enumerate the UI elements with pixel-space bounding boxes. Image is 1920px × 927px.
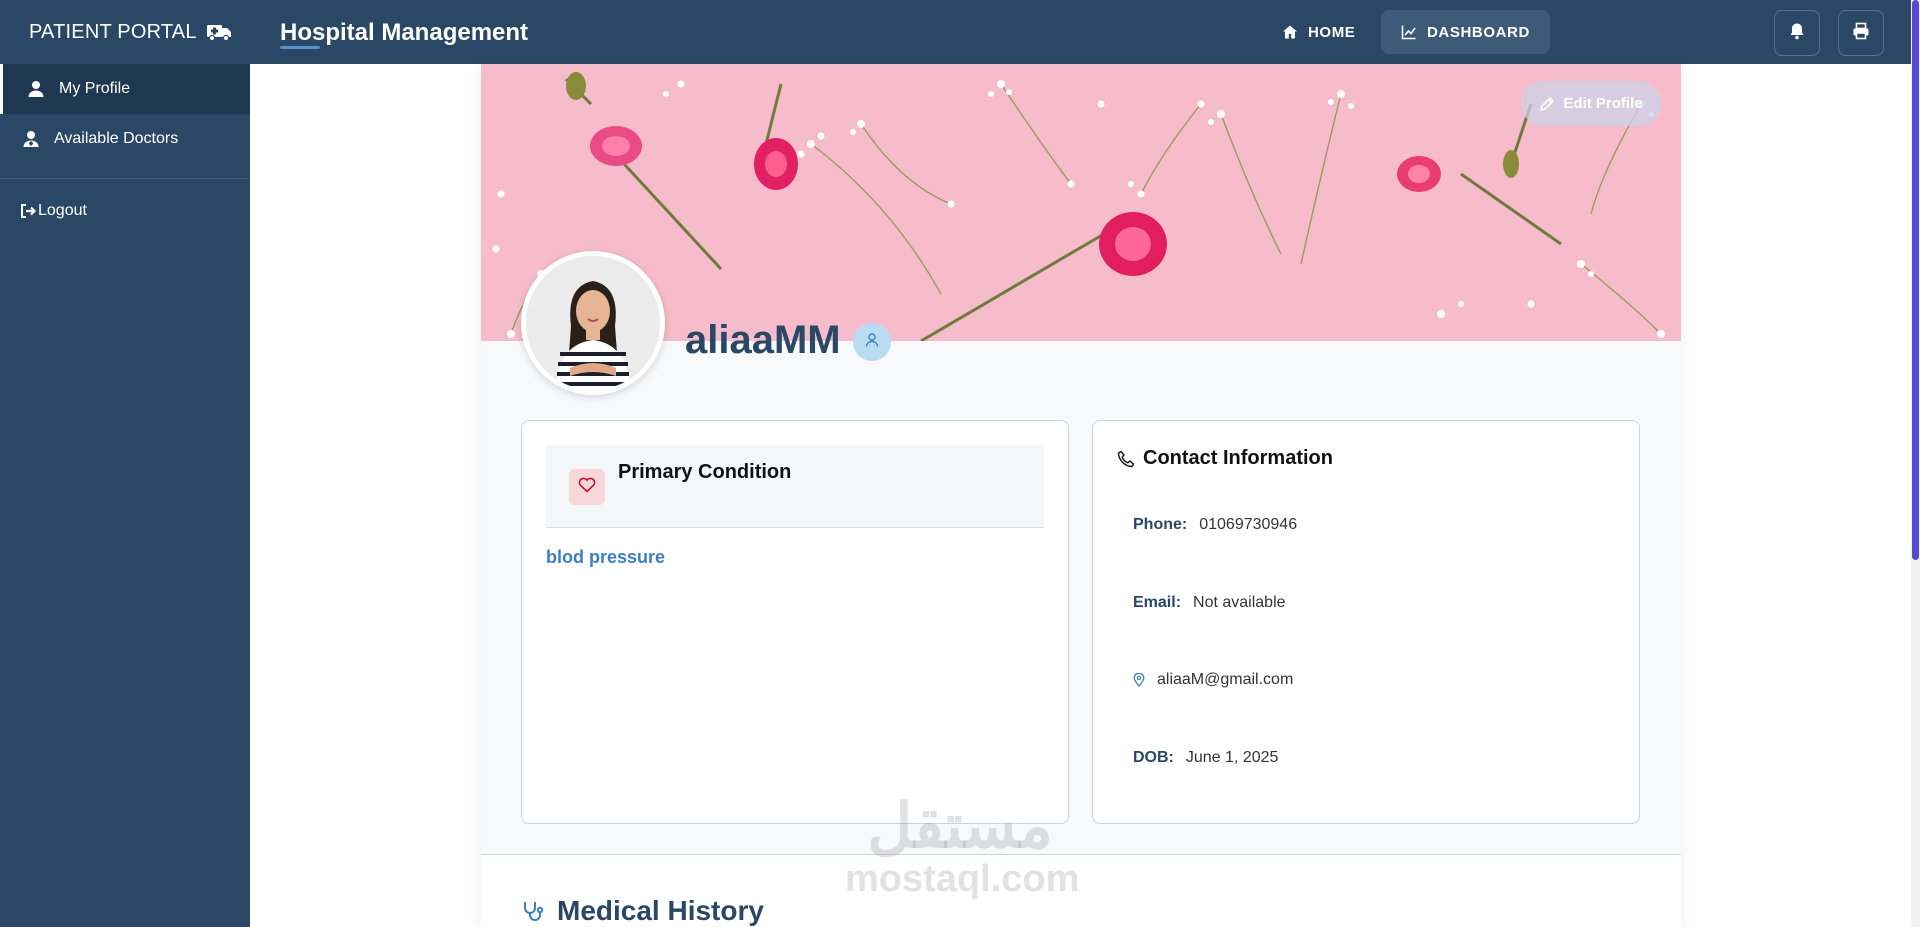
dob-label: DOB:: [1133, 749, 1174, 766]
email-label: Email:: [1133, 594, 1182, 611]
print-button[interactable]: [1838, 10, 1884, 56]
phone-icon: [1117, 450, 1135, 468]
heart-icon-box: [569, 469, 605, 505]
primary-condition-header: Primary Condition: [546, 445, 1044, 528]
sidebar-item-my-profile[interactable]: My Profile: [0, 64, 250, 114]
contact-email-row: Email: Not available: [1133, 594, 1286, 612]
ambulance-icon: [206, 22, 232, 42]
primary-condition-value: blod pressure: [546, 547, 666, 567]
main-content: Edit Profile aliaaMM Primary Condition b…: [250, 64, 1911, 927]
nav-home-label: HOME: [1308, 23, 1356, 41]
profile-username: aliaaMM: [685, 318, 841, 362]
contact-information-panel: Contact Information Phone: 01069730946 E…: [1092, 420, 1640, 824]
bell-icon: [1789, 22, 1805, 45]
top-navbar: Hospital Management HOME DASHBOARD: [250, 0, 1911, 64]
brand: PATIENT PORTAL: [0, 0, 250, 64]
nav-home[interactable]: HOME: [1262, 10, 1375, 54]
edit-profile-label: Edit Profile: [1563, 95, 1643, 112]
contact-dob-row: DOB: June 1, 2025: [1133, 749, 1278, 767]
logout-link[interactable]: Logout: [0, 193, 250, 229]
nav-dashboard[interactable]: DASHBOARD: [1381, 10, 1550, 54]
user-outline-icon: [864, 332, 880, 353]
contact-information-header: Contact Information: [1117, 447, 1333, 470]
page-title: Hospital Management: [280, 19, 529, 46]
edit-profile-button[interactable]: Edit Profile: [1521, 81, 1661, 126]
medical-history-title: Medical History: [557, 895, 764, 926]
printer-icon: [1852, 22, 1870, 45]
sidebar-item-label: My Profile: [59, 80, 131, 97]
doctor-icon: [22, 130, 40, 148]
home-icon: [1282, 24, 1298, 40]
dob-value: June 1, 2025: [1185, 749, 1279, 766]
contact-address-row: aliaaM@gmail.com: [1133, 671, 1293, 689]
sidebar-item-label: Available Doctors: [54, 130, 179, 147]
contact-phone-row: Phone: 01069730946: [1133, 516, 1297, 534]
patient-role-badge: [853, 323, 891, 361]
user-icon: [27, 80, 45, 98]
email-value: Not available: [1193, 594, 1286, 611]
medical-history-header: Medical History: [521, 895, 764, 927]
notifications-button[interactable]: [1774, 10, 1820, 56]
avatar: [521, 251, 665, 395]
map-pin-icon: [1133, 673, 1145, 687]
sign-out-icon: [19, 202, 37, 220]
sidebar-item-available-doctors[interactable]: Available Doctors: [0, 114, 250, 164]
contact-information-title: Contact Information: [1143, 447, 1333, 469]
address-value: aliaaM@gmail.com: [1157, 671, 1294, 688]
phone-label: Phone:: [1133, 516, 1188, 533]
chart-line-icon: [1401, 24, 1417, 40]
nav-dashboard-label: DASHBOARD: [1427, 23, 1530, 41]
stethoscope-icon: [521, 899, 545, 923]
heart-icon: [578, 477, 596, 498]
primary-condition-title: Primary Condition: [618, 461, 792, 483]
logout-label: Logout: [38, 202, 87, 219]
medical-history-section: Medical History: [481, 855, 1681, 927]
brand-title: PATIENT PORTAL: [29, 20, 197, 43]
title-underline: [280, 46, 320, 49]
profile-card: Edit Profile aliaaMM Primary Condition b…: [481, 64, 1681, 927]
scrollbar-thumb[interactable]: [1912, 0, 1919, 560]
sidebar: PATIENT PORTAL My Profile Available Doct…: [0, 0, 250, 927]
phone-value: 01069730946: [1199, 516, 1298, 533]
pencil-icon: [1539, 96, 1555, 112]
primary-condition-panel: Primary Condition blod pressure: [521, 420, 1069, 824]
sidebar-divider: [0, 178, 250, 179]
